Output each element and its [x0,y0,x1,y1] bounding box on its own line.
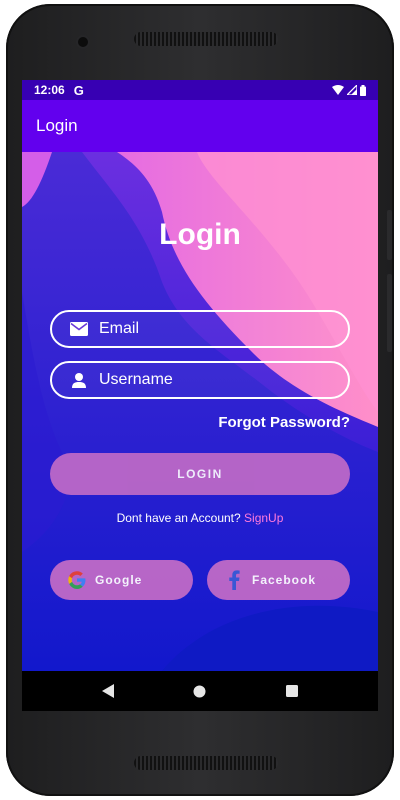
status-bar: 12:06 G [22,80,378,100]
google-icon [67,570,87,590]
email-input[interactable] [97,319,331,339]
google-notification-icon: G [73,82,84,98]
facebook-label: Facebook [252,573,317,587]
bottom-speaker [134,756,278,770]
home-icon[interactable] [193,685,206,698]
back-icon[interactable] [101,684,114,698]
forgot-password-link[interactable]: Forgot Password? [218,414,350,431]
app-bar: Login [22,100,378,152]
facebook-button[interactable]: Facebook [207,560,350,600]
navigation-bar [22,671,378,711]
battery-icon [360,84,366,96]
status-time: 12:06 [34,83,65,97]
google-button[interactable]: Google [50,560,193,600]
username-input[interactable] [97,370,331,390]
login-heading: Login [159,218,241,251]
front-camera [78,37,88,47]
mail-icon [69,320,89,338]
login-button[interactable]: LOGIN [50,453,350,495]
status-icons [332,84,366,96]
username-field[interactable] [50,361,350,399]
no-account-text: Dont have an Account? [116,511,241,525]
signup-row: Dont have an Account? SignUp [22,511,378,525]
screen: 12:06 G Login Login Email Username Forgo… [22,80,378,711]
login-content: Login Forgot Password? LOGIN Dont have a… [22,152,378,671]
volume-button [387,210,392,260]
top-speaker [134,32,278,46]
facebook-icon [224,570,244,590]
signal-icon [347,85,357,95]
google-label: Google [95,573,143,587]
signup-link[interactable]: SignUp [244,511,283,525]
recents-icon[interactable] [286,685,299,697]
power-button [387,274,392,352]
wifi-icon [332,85,344,95]
email-field[interactable] [50,310,350,348]
app-bar-title: Login [36,116,78,135]
person-icon [69,371,89,389]
